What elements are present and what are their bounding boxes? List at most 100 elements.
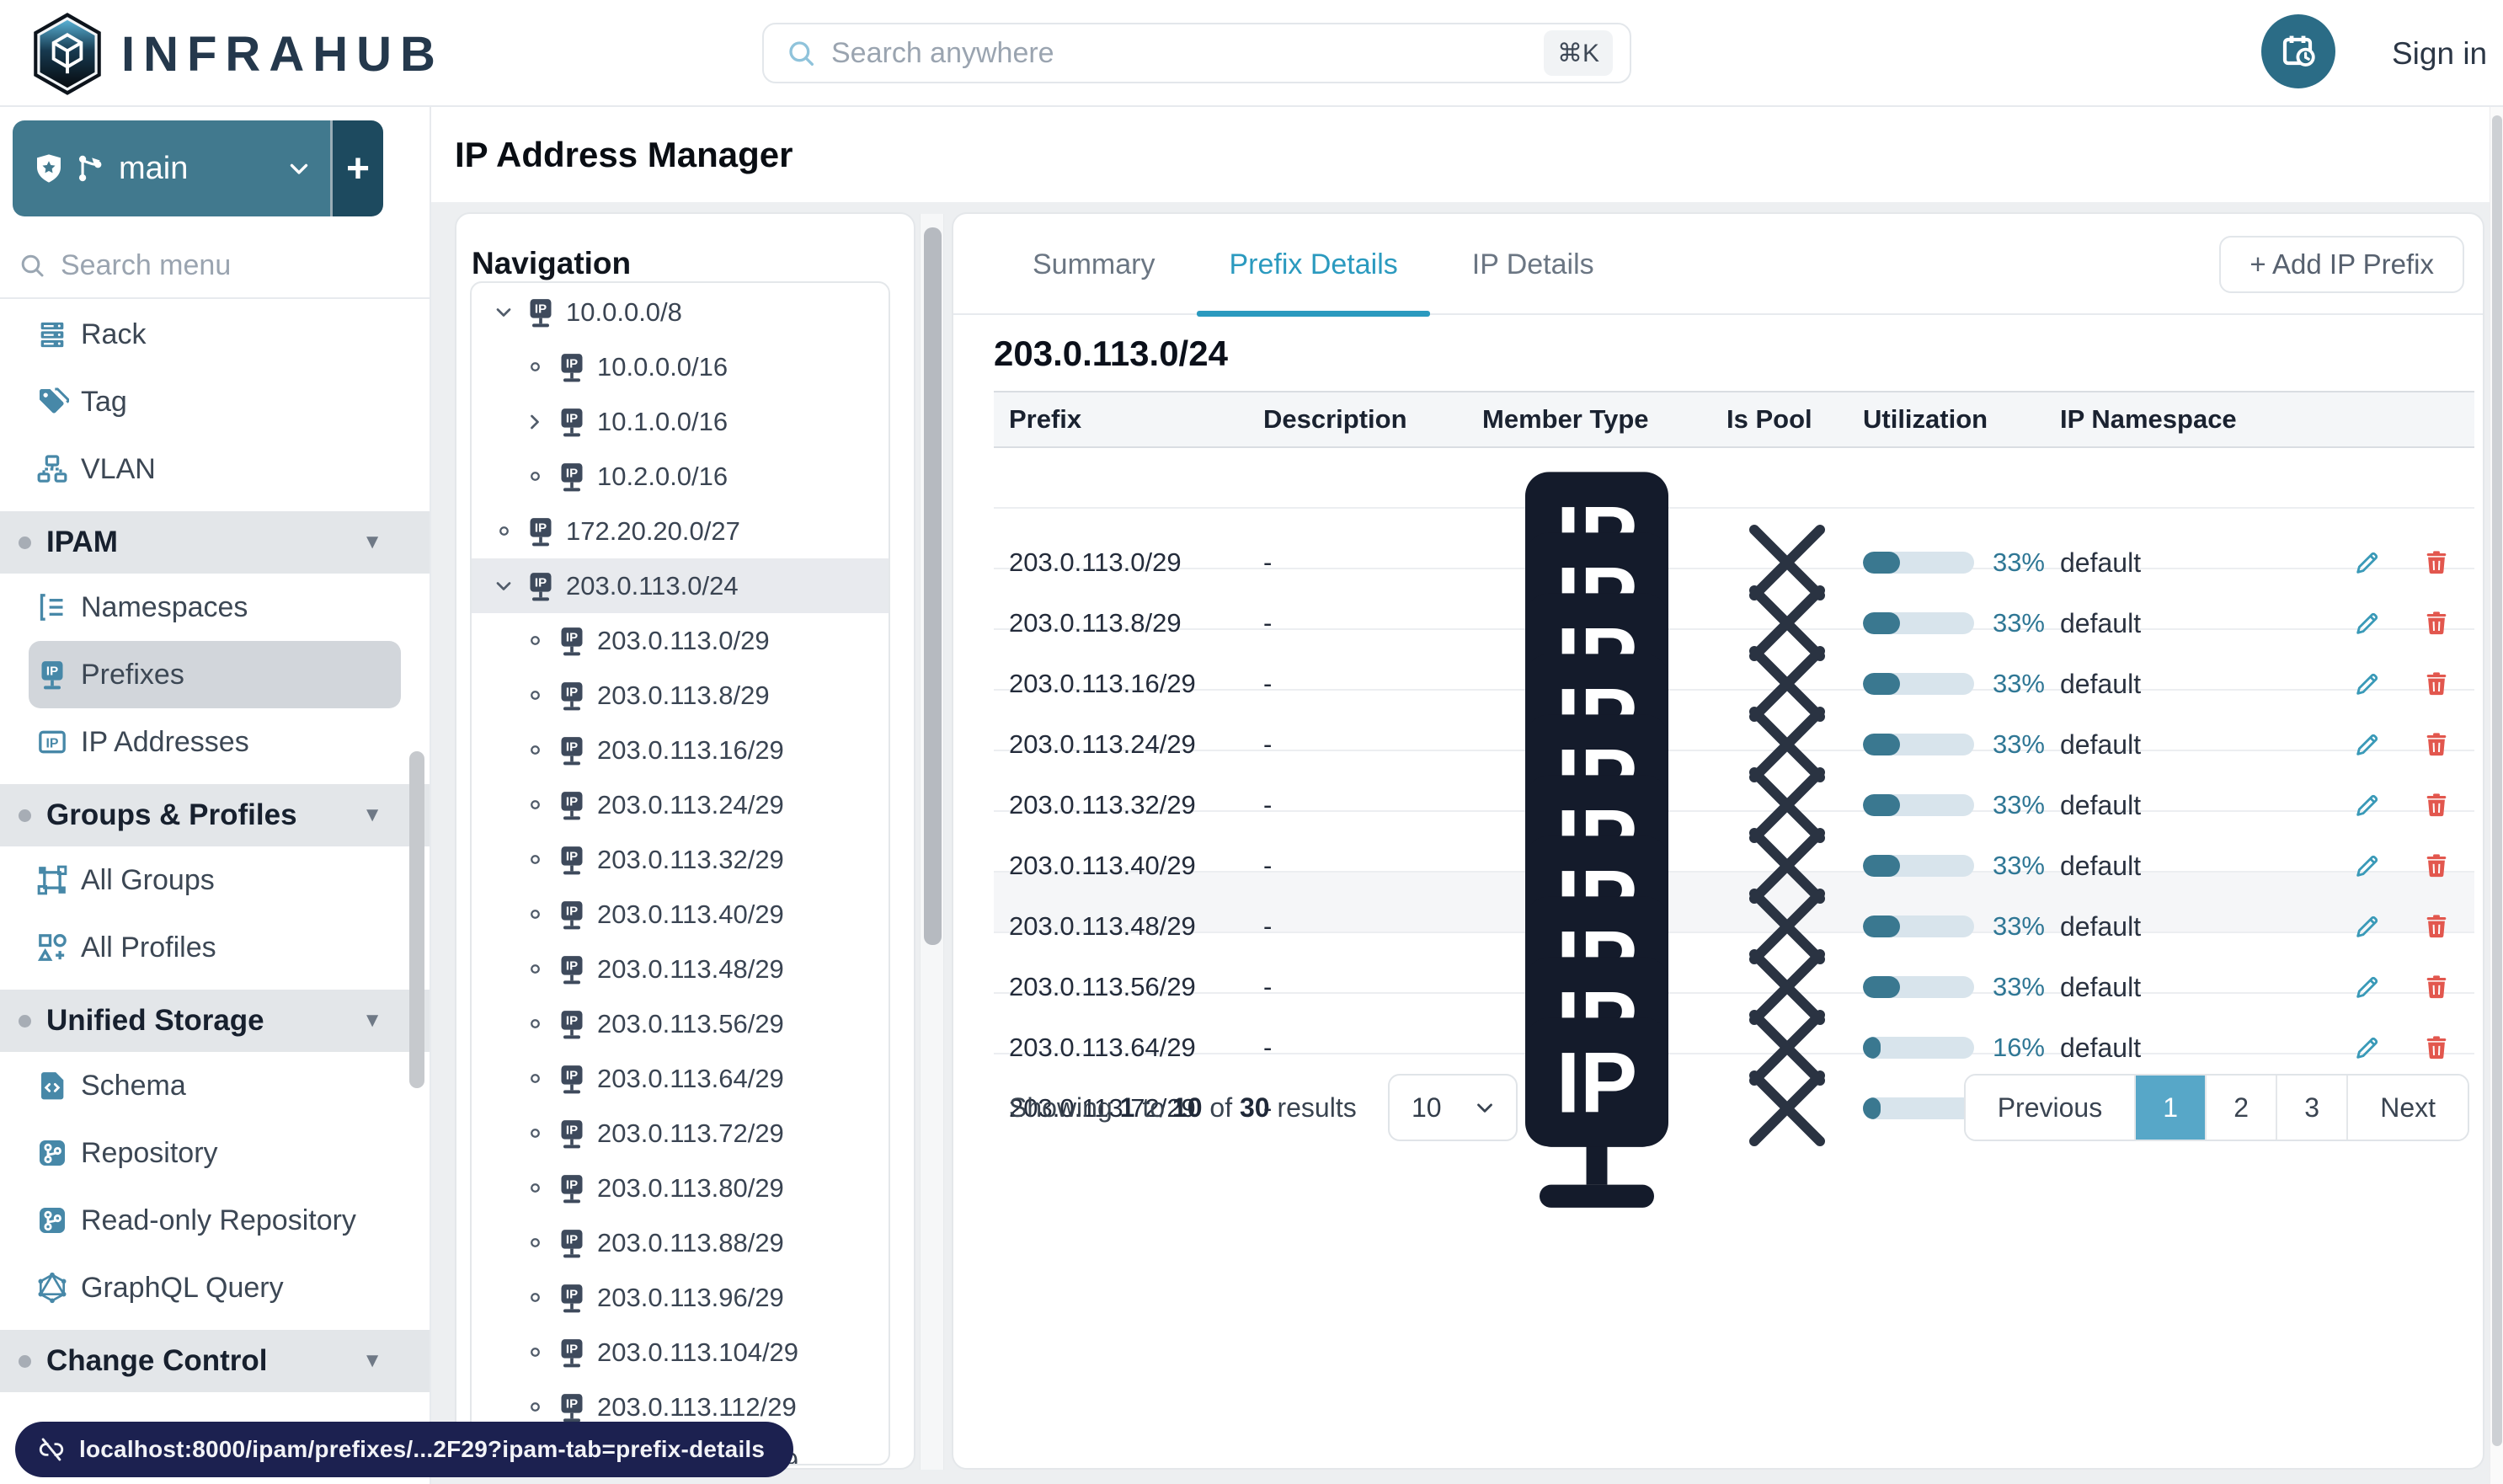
tree-item-203-0-113-80-29[interactable]: IP 203.0.113.80/29 — [472, 1161, 889, 1215]
add-branch-button[interactable]: + — [330, 120, 383, 216]
tree-item-203-0-113-0-29[interactable]: IP 203.0.113.0/29 — [472, 613, 889, 668]
edit-button[interactable] — [2353, 730, 2382, 759]
menu-search-input[interactable] — [61, 248, 381, 282]
chevron-down-icon[interactable] — [488, 297, 519, 328]
tree-item-label: 10.0.0.0/16 — [597, 351, 728, 382]
delete-button[interactable] — [2422, 973, 2451, 1001]
tree-item-203-0-113-104-29[interactable]: IP 203.0.113.104/29 — [472, 1325, 889, 1380]
chevron-right-icon[interactable] — [520, 407, 550, 437]
results-summary-part: of — [1202, 1092, 1240, 1123]
sidebar-item-tag[interactable]: Tag — [0, 368, 430, 435]
edit-button[interactable] — [2353, 1033, 2382, 1062]
tree-item-172-20-20-0-27[interactable]: IP 172.20.20.0/27 — [472, 504, 889, 558]
tree-item-10-2-0-0-16[interactable]: IP 10.2.0.0/16 — [472, 449, 889, 504]
sidebar-section-ipam[interactable]: IPAM ▼ — [0, 511, 430, 574]
circle-icon — [520, 1337, 550, 1368]
sign-in-button[interactable]: Sign in — [2392, 0, 2487, 107]
tree-item-label: 203.0.113.0/29 — [597, 625, 770, 655]
sidebar-item-all-profiles[interactable]: All Profiles — [0, 914, 430, 981]
pagination-page-3[interactable]: 3 — [2277, 1076, 2349, 1140]
panel-scrollbar[interactable] — [920, 214, 944, 1470]
tree-item-203-0-113-16-29[interactable]: IP 203.0.113.16/29 — [472, 723, 889, 777]
sidebar-item-rack[interactable]: Rack — [0, 301, 430, 368]
time-travel-button[interactable] — [2261, 14, 2335, 88]
sidebar-section-change-control[interactable]: Change Control ▼ — [0, 1330, 430, 1392]
tree-item-203-0-113-32-29[interactable]: IP 203.0.113.32/29 — [472, 832, 889, 887]
tree-item-label: 10.1.0.0/16 — [597, 406, 728, 436]
tab-summary[interactable]: Summary — [995, 214, 1192, 315]
utilization-bar — [1863, 734, 1974, 755]
scrollbar-thumb[interactable] — [2492, 115, 2502, 1446]
page-size-select[interactable]: 10 — [1388, 1074, 1518, 1141]
tree-item-203-0-113-8-29[interactable]: IP 203.0.113.8/29 — [472, 668, 889, 723]
pagination-next[interactable]: Next — [2348, 1076, 2468, 1140]
tab-prefix-details[interactable]: Prefix Details — [1192, 214, 1434, 317]
search-input[interactable] — [831, 36, 1544, 70]
pagination-page-1[interactable]: 1 — [2136, 1076, 2207, 1140]
pagination-previous[interactable]: Previous — [1965, 1076, 2137, 1140]
page-scrollbar[interactable] — [2490, 107, 2503, 1484]
edit-button[interactable] — [2353, 609, 2382, 638]
delete-button[interactable] — [2422, 730, 2451, 759]
tree-item-10-0-0-0-16[interactable]: IP 10.0.0.0/16 — [472, 339, 889, 394]
tree-item-203-0-113-56-29[interactable]: IP 203.0.113.56/29 — [472, 996, 889, 1051]
tab-ip-details[interactable]: IP Details — [1435, 214, 1631, 315]
tree-item-203-0-113-72-29[interactable]: IP 203.0.113.72/29 — [472, 1106, 889, 1161]
pagination-page-2[interactable]: 2 — [2207, 1076, 2278, 1140]
sidebar-item-prefixes[interactable]: IP Prefixes — [29, 641, 401, 708]
delete-button[interactable] — [2422, 912, 2451, 941]
tree-item-203-0-113-64-29[interactable]: IP 203.0.113.64/29 — [472, 1051, 889, 1106]
edit-button[interactable] — [2353, 851, 2382, 880]
svg-text:IP: IP — [566, 1396, 578, 1411]
sidebar-item-schema[interactable]: Schema — [0, 1052, 430, 1119]
edit-button[interactable] — [2353, 912, 2382, 941]
tree-item-203-0-113-88-29[interactable]: IP 203.0.113.88/29 — [472, 1215, 889, 1270]
sidebar-item-ip-addresses[interactable]: IP IP Addresses — [0, 708, 430, 776]
tree-item-10-0-0-0-8[interactable]: IP 10.0.0.0/8 — [472, 285, 889, 339]
circle-icon — [520, 790, 550, 820]
scrollbar-thumb[interactable] — [924, 227, 942, 945]
delete-button[interactable] — [2422, 1033, 2451, 1062]
tree-item-203-0-113-0-24[interactable]: IP 203.0.113.0/24 — [472, 558, 889, 613]
edit-button[interactable] — [2353, 548, 2382, 577]
add-ip-prefix-button[interactable]: + Add IP Prefix — [2219, 236, 2464, 293]
svg-text:IP: IP — [535, 575, 547, 590]
sidebar-item-all-groups[interactable]: All Groups — [0, 846, 430, 914]
delete-button[interactable] — [2422, 548, 2451, 577]
prefix-icon: IP — [555, 460, 589, 494]
cell-actions — [2242, 670, 2474, 698]
sidebar-item-repository[interactable]: Repository — [0, 1119, 430, 1187]
circle-icon — [520, 1173, 550, 1204]
tree-item-203-0-113-96-29[interactable]: IP 203.0.113.96/29 — [472, 1270, 889, 1325]
tree-item-203-0-113-24-29[interactable]: IP 203.0.113.24/29 — [472, 777, 889, 832]
infrahub-logo[interactable]: INFRAHUB — [29, 10, 444, 98]
cell-utilization: 16% — [1848, 1033, 2045, 1063]
edit-button[interactable] — [2353, 791, 2382, 819]
delete-button[interactable] — [2422, 851, 2451, 880]
branch-selector[interactable]: main — [13, 120, 330, 216]
utilization-bar — [1863, 976, 1974, 998]
utilization-value: 33% — [1992, 547, 2045, 577]
sidebar-section-groups-profiles[interactable]: Groups & Profiles ▼ — [0, 784, 430, 846]
page-title-band: IP Address Manager — [431, 107, 2503, 202]
sidebar: main + Rack Tag VLAN IPAM ▼ Namespaces IP Prefi… — [0, 107, 431, 1484]
tree-item-203-0-113-48-29[interactable]: IP 203.0.113.48/29 — [472, 942, 889, 996]
menu-search[interactable] — [0, 233, 430, 299]
sidebar-item-namespaces[interactable]: Namespaces — [0, 574, 430, 641]
tree-item-10-1-0-0-16[interactable]: IP 10.1.0.0/16 — [472, 394, 889, 449]
sidebar-item-read-only-repository[interactable]: Read-only Repository — [0, 1187, 430, 1254]
chevron-down-icon[interactable] — [488, 571, 519, 601]
delete-button[interactable] — [2422, 609, 2451, 638]
delete-button[interactable] — [2422, 670, 2451, 698]
tree-item-203-0-113-40-29[interactable]: IP 203.0.113.40/29 — [472, 887, 889, 942]
edit-button[interactable] — [2353, 973, 2382, 1001]
delete-button[interactable] — [2422, 791, 2451, 819]
sidebar-scrollbar[interactable] — [409, 751, 424, 1088]
edit-button[interactable] — [2353, 670, 2382, 698]
prefix-icon: IP — [555, 1007, 589, 1041]
sidebar-item-graphql-query[interactable]: GraphQL Query — [0, 1254, 430, 1321]
sidebar-item-vlan[interactable]: VLAN — [0, 435, 430, 503]
sidebar-section-unified-storage[interactable]: Unified Storage ▼ — [0, 990, 430, 1052]
table-row-203-0-113-0-29[interactable]: 203.0.113.0/29-IP33%default — [994, 448, 2474, 662]
global-search[interactable]: ⌘K — [762, 23, 1631, 83]
